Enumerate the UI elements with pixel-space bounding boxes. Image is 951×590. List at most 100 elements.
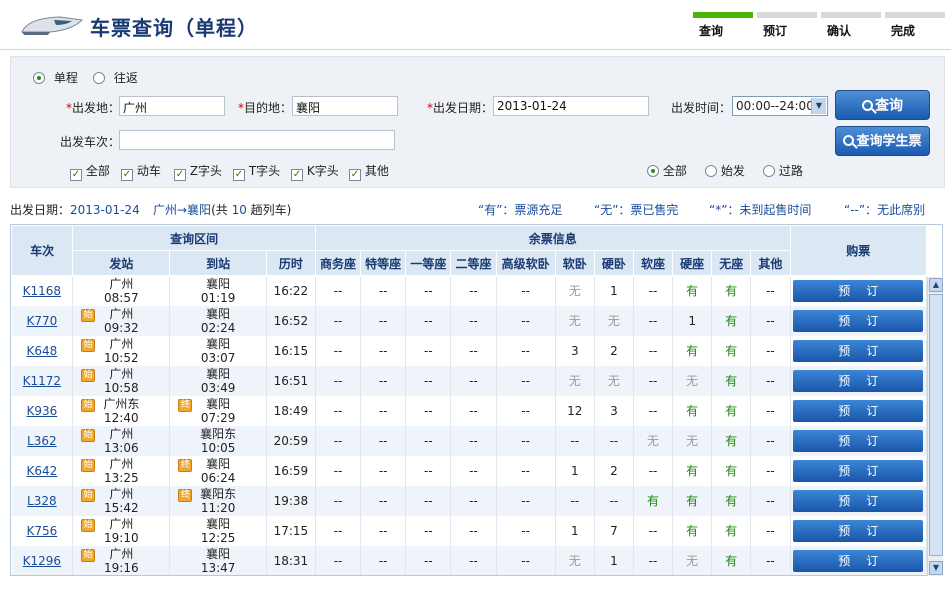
trip-single-option[interactable]: 单程 xyxy=(33,69,78,86)
seat-availability-cell: -- xyxy=(496,545,556,575)
to-station: 襄阳 xyxy=(206,336,231,351)
book-button[interactable]: 预订 xyxy=(793,489,924,512)
seat-availability-cell: -- xyxy=(450,425,497,456)
seat-availability-cell: -- xyxy=(405,275,452,306)
train-type-filter-k[interactable]: ✓ K字头 xyxy=(291,162,339,181)
train-number-cell: K756 xyxy=(11,515,74,546)
seat-availability-cell: 有 xyxy=(711,425,752,456)
train-number-link[interactable]: L328 xyxy=(27,494,57,508)
arrival-time: 01:19 xyxy=(200,290,236,305)
arrival-time: 03:49 xyxy=(200,380,236,395)
seat-availability-cell: 无 xyxy=(555,365,595,396)
col-seat: 软卧 xyxy=(554,250,595,276)
seat-availability-cell: -- xyxy=(360,365,407,396)
table-row: L328 始广州 15:42 终襄阳东 11:20 19:38 -- -- -- -- -- -- --… xyxy=(11,485,927,516)
round-trip-radio[interactable] xyxy=(93,72,105,84)
checkbox[interactable]: ✓ xyxy=(349,169,361,181)
train-no-label: 出发车次： xyxy=(60,135,121,149)
train-number-link[interactable]: K756 xyxy=(26,524,57,538)
duration-cell: 16:51 xyxy=(266,365,316,396)
col-seat: 特等座 xyxy=(360,250,407,276)
table-row: K936 始广州东 12:40 终襄阳 07:29 18:49 -- -- -- -- -- 12 3-… xyxy=(11,395,927,426)
train-type-filter-t[interactable]: ✓ T字头 xyxy=(233,162,280,181)
scroll-thumb[interactable] xyxy=(929,294,943,556)
train-type-filter-emu[interactable]: ✓ 动车 xyxy=(121,162,161,181)
progress-steps: 查询 预订 确认 完成 xyxy=(693,12,945,39)
origin-badge-icon: 始 xyxy=(81,368,96,382)
checkbox[interactable]: ✓ xyxy=(70,169,82,181)
station-filter-all[interactable]: 全部 xyxy=(647,162,687,179)
train-number-link[interactable]: K1172 xyxy=(23,374,61,388)
single-trip-radio[interactable] xyxy=(33,72,45,84)
train-number-link[interactable]: K770 xyxy=(26,314,57,328)
train-type-filter-all[interactable]: ✓ 全部 xyxy=(70,162,110,181)
station-filter-passing[interactable]: 过路 xyxy=(763,162,803,179)
checkbox[interactable]: ✓ xyxy=(291,169,303,181)
book-button[interactable]: 预订 xyxy=(793,369,924,392)
train-number-link[interactable]: K1296 xyxy=(23,554,61,568)
train-type-filter-other[interactable]: ✓ 其他 xyxy=(349,162,389,181)
seat-availability-cell: 有 xyxy=(711,455,752,486)
to-station-cell: 襄阳 03:07 xyxy=(169,335,267,366)
train-number-link[interactable]: K1168 xyxy=(23,284,61,298)
book-button[interactable]: 预订 xyxy=(793,309,924,332)
seat-availability-cell: -- xyxy=(360,545,407,575)
book-button[interactable]: 预订 xyxy=(793,399,924,422)
departure-time-select[interactable]: 00:00--24:00 ▼ xyxy=(732,96,828,116)
book-cell: 预订 xyxy=(790,395,927,426)
search-icon xyxy=(862,100,873,111)
book-button[interactable]: 预订 xyxy=(793,459,924,482)
route: 广州→襄阳(共 10 趟列车) xyxy=(153,203,292,217)
col-seat: 软座 xyxy=(632,250,674,276)
book-button[interactable]: 预订 xyxy=(793,429,924,452)
station-all-radio[interactable] xyxy=(647,165,659,177)
table-scrollbar[interactable]: ▲ ▼ xyxy=(927,277,943,576)
train-number-link[interactable]: K642 xyxy=(26,464,57,478)
seat-availability-cell: 无 xyxy=(555,305,595,336)
seat-availability-cell: -- xyxy=(315,455,362,486)
step-query: 查询 xyxy=(693,12,753,39)
seat-availability-cell: -- xyxy=(360,305,407,336)
duration-cell: 19:38 xyxy=(266,485,316,516)
dropdown-arrow-icon[interactable]: ▼ xyxy=(811,98,826,114)
train-number-link[interactable]: K936 xyxy=(26,404,57,418)
duration-cell: 20:59 xyxy=(266,425,316,456)
scroll-down-icon[interactable]: ▼ xyxy=(929,561,943,575)
train-number-link[interactable]: L362 xyxy=(27,434,57,448)
seat-availability-cell: 有 xyxy=(672,485,713,516)
col-train: 车次 xyxy=(11,225,74,276)
seat-availability-cell: 1 xyxy=(594,275,634,306)
train-number-link[interactable]: K648 xyxy=(26,344,57,358)
checkbox[interactable]: ✓ xyxy=(121,169,133,181)
student-ticket-button[interactable]: 查询学生票 xyxy=(835,126,930,156)
query-button[interactable]: 查询 xyxy=(835,90,930,120)
checkbox[interactable]: ✓ xyxy=(174,169,186,181)
departure-date-input[interactable]: 2013-01-24 xyxy=(493,96,649,116)
train-number-input[interactable] xyxy=(119,130,395,150)
station-origin-radio[interactable] xyxy=(705,165,717,177)
to-station: 襄阳东 xyxy=(200,426,237,441)
scroll-up-icon[interactable]: ▲ xyxy=(929,278,943,292)
book-button[interactable]: 预订 xyxy=(793,339,924,362)
book-cell: 预订 xyxy=(790,485,927,516)
to-station-cell: 襄阳 03:49 xyxy=(169,365,267,396)
train-type-filter-z[interactable]: ✓ Z字头 xyxy=(174,162,222,181)
station-filter-origin[interactable]: 始发 xyxy=(705,162,745,179)
col-section: 查询区间 xyxy=(72,225,316,251)
checkbox[interactable]: ✓ xyxy=(233,169,245,181)
station-passing-radio[interactable] xyxy=(763,165,775,177)
arrival-time: 11:20 xyxy=(200,500,236,515)
seat-availability-cell: -- xyxy=(750,545,791,575)
book-button[interactable]: 预订 xyxy=(793,519,924,542)
trip-round-option[interactable]: 往返 xyxy=(93,69,138,86)
to-station-input[interactable]: 襄阳 xyxy=(292,96,398,116)
book-button[interactable]: 预订 xyxy=(793,549,924,572)
from-station-input[interactable]: 广州 xyxy=(119,96,225,116)
seat-availability-cell: 2 xyxy=(594,335,634,366)
to-station-cell: 襄阳东 10:05 xyxy=(169,425,267,456)
book-button[interactable]: 预订 xyxy=(793,279,924,302)
origin-badge-icon: 始 xyxy=(81,428,96,442)
col-seat: 硬座 xyxy=(672,250,713,276)
seat-availability-cell: -- xyxy=(496,275,556,306)
seat-availability-cell: -- xyxy=(750,305,791,336)
